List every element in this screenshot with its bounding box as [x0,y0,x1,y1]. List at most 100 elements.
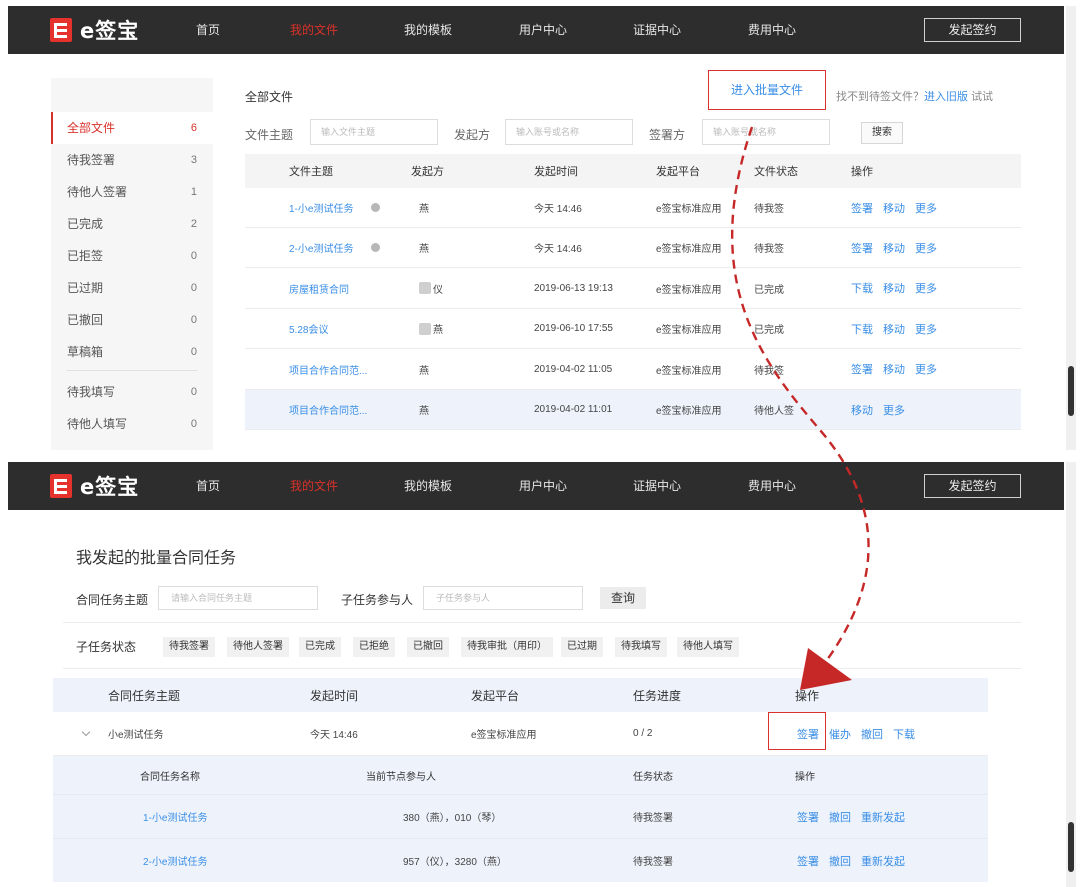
row-action-button[interactable]: 下载 [851,280,873,296]
brand-logo[interactable]: e签宝 [50,17,139,43]
sidebar-item[interactable]: 待我填写 0 [51,376,213,408]
resend-button[interactable]: 重新发起 [861,809,905,825]
row-action-button[interactable]: 移动 [883,200,905,216]
table-row[interactable]: 5.28会议 燕 2019-06-10 17:55 e签宝标准应用 已完成 下载 移动 更多 [245,309,1021,350]
row-action-button[interactable]: 签署 [851,200,873,216]
row-action-button[interactable]: 签署 [851,240,873,256]
sidebar-item-count: 0 [190,418,197,430]
status-chip[interactable]: 已完成 [299,637,341,657]
brand-logo[interactable]: e签宝 [50,473,139,499]
scrollbar-top[interactable] [1066,6,1076,450]
nav-evidence-center[interactable]: 证据中心 [633,462,681,510]
table-row[interactable]: 2-小e测试任务 燕 今天 14:46 e签宝标准应用 待我签 签署 移动 更多 [245,228,1021,269]
status-chip[interactable]: 待我签署 [163,637,215,657]
file-subject-link[interactable]: 项目合作合同范... [289,362,367,377]
scrollbar-bottom[interactable] [1066,462,1076,887]
sidebar-item[interactable]: 待他人签署 1 [51,176,213,208]
nav-my-templates[interactable]: 我的模板 [404,462,452,510]
participant-input[interactable]: 子任务参与人 [423,586,583,610]
nav-my-files[interactable]: 我的文件 [290,6,338,54]
search-button[interactable]: 搜索 [861,122,903,144]
sidebar-item[interactable]: 全部文件 6 [51,112,213,144]
file-subject-link[interactable]: 项目合作合同范... [289,402,367,417]
sign-button[interactable]: 签署 [797,853,819,869]
status-chip[interactable]: 已过期 [561,637,603,657]
table-row[interactable]: 1-小e测试任务 燕 今天 14:46 e签宝标准应用 待我签 签署 移动 更多 [245,188,1021,228]
launch-signing-button[interactable]: 发起签约 [924,18,1021,42]
nav-billing-center[interactable]: 费用中心 [748,6,796,54]
signer-filter-input[interactable]: 输入账号或名称 [702,119,830,145]
row-action-button[interactable]: 更多 [915,361,937,377]
file-status: 待他人签 [754,406,794,417]
sidebar-item[interactable]: 待他人填写 0 [51,408,213,440]
scrollbar-thumb[interactable] [1068,822,1074,872]
status-chip[interactable]: 已撤回 [407,637,449,657]
table-row[interactable]: 项目合作合同范... 燕 2019-04-02 11:01 e签宝标准应用 待他人签 移动… [245,390,1021,430]
status-chip[interactable]: 待他人填写 [677,637,739,657]
task-subject-input[interactable]: 请输入合同任务主题 [158,586,318,610]
nav-home[interactable]: 首页 [196,462,220,510]
launch-signing-button[interactable]: 发起签约 [924,474,1021,498]
sidebar-item[interactable]: 已拒签 0 [51,240,213,272]
file-subject-link[interactable]: 房屋租赁合同 [289,281,349,296]
row-action-button[interactable]: 移动 [883,280,905,296]
subtask-row[interactable]: 1-小e测试任务 380（燕），010（琴） 待我签署 签署 撤回 重新发起 [53,794,988,838]
row-action-button[interactable]: 更多 [915,240,937,256]
nav-user-center[interactable]: 用户中心 [519,462,567,510]
resend-button[interactable]: 重新发起 [861,853,905,869]
sidebar-item[interactable]: 待我签署 3 [51,144,213,176]
sidebar-item[interactable]: 草稿箱 0 [51,336,213,368]
initiator-filter-input[interactable]: 输入账号或名称 [505,119,633,145]
row-action-button[interactable]: 签署 [851,361,873,377]
status-chip[interactable]: 已拒绝 [353,637,395,657]
row-action-button[interactable]: 下载 [851,321,873,337]
batch-task-row[interactable]: 小e测试任务 今天 14:46 e签宝标准应用 0 / 2 签署 催办 撤回 下… [53,712,988,756]
status-chip[interactable]: 待我审批（用印） [461,637,553,657]
expand-toggle[interactable] [81,712,91,755]
download-button[interactable]: 下载 [893,726,915,742]
nav-home[interactable]: 首页 [196,6,220,54]
subject-filter-input[interactable]: 输入文件主题 [310,119,438,145]
nav-user-center[interactable]: 用户中心 [519,6,567,54]
urge-button[interactable]: 催办 [829,726,851,742]
file-subject-link[interactable]: 1-小e测试任务 [289,200,353,215]
sidebar-item[interactable]: 已过期 0 [51,272,213,304]
info-icon[interactable] [371,243,381,253]
nav-billing-center[interactable]: 费用中心 [748,462,796,510]
subtask-name[interactable]: 1-小e测试任务 [143,795,207,838]
nav-evidence-center[interactable]: 证据中心 [633,6,681,54]
table-row[interactable]: 项目合作合同范... 燕 2019-04-02 11:05 e签宝标准应用 待我签 签署移… [245,350,1021,390]
sidebar-item[interactable]: 已完成 2 [51,208,213,240]
row-action-button[interactable]: 更多 [915,200,937,216]
row-action-button[interactable]: 移动 [883,361,905,377]
old-version-link[interactable]: 进入旧版 [924,91,968,103]
nav-my-templates[interactable]: 我的模板 [404,6,452,54]
scrollbar-thumb[interactable] [1068,366,1074,416]
initiator-name: 燕 [433,325,443,337]
table-row[interactable]: 房屋租赁合同 仪 2019-06-13 19:13 e签宝标准应用 已完成 下载 移动 更多 [245,269,1021,309]
sign-button[interactable]: 签署 [797,809,819,825]
row-action-button[interactable]: 更多 [915,321,937,337]
status-chip[interactable]: 待我填写 [615,637,667,657]
status-chip[interactable]: 待他人签署 [227,637,289,657]
subtask-row[interactable]: 2-小e测试任务 957（仪），3280（燕） 待我签署 签署 撤回 重新发起 [53,838,988,882]
info-icon[interactable] [371,203,381,212]
platform: e签宝标准应用 [656,325,722,337]
revoke-button[interactable]: 撤回 [829,809,851,825]
subtask-name[interactable]: 2-小e测试任务 [143,839,207,882]
batch-files-link[interactable]: 进入批量文件 [708,70,826,110]
initiated-time: 2019-06-10 17:55 [534,323,613,335]
file-subject-link[interactable]: 2-小e测试任务 [289,240,353,255]
revoke-button[interactable]: 撤回 [861,726,883,742]
row-action-button[interactable]: 移动 [883,240,905,256]
row-action-button[interactable]: 移动 [883,321,905,337]
row-action-button[interactable]: 更多 [915,280,937,296]
row-action-button[interactable]: 更多 [883,402,905,418]
sidebar-item[interactable]: 已撤回 0 [51,304,213,336]
nav-my-files[interactable]: 我的文件 [290,462,338,510]
file-subject-link[interactable]: 5.28会议 [289,321,328,336]
row-action-button[interactable]: 移动 [851,402,873,418]
revoke-button[interactable]: 撤回 [829,853,851,869]
file-subject-cell: 项目合作合同范... [289,350,367,389]
query-button[interactable]: 查询 [600,587,646,609]
